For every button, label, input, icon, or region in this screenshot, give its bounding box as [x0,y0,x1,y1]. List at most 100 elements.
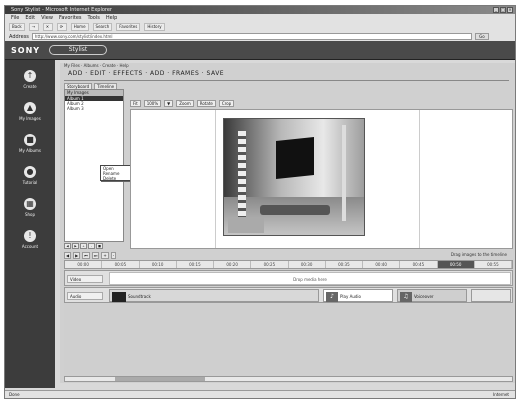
step-tabs[interactable]: ADD · EDIT · EFFECTS · ADD · FRAMES · SA… [68,70,224,77]
menu-view[interactable]: View [41,14,53,22]
back-button[interactable]: Back [9,23,25,31]
sidebar-item-label: Create [23,84,37,89]
refresh-button[interactable]: ⟳ [56,23,67,31]
preview-image[interactable] [223,118,365,236]
prev-button[interactable]: ◀ [64,243,71,249]
stop-button[interactable]: ■ [96,243,103,249]
sony-logo: SONY [11,46,41,55]
track-end [471,289,511,302]
video-drop-zone[interactable]: Drop media here [109,272,511,285]
ruler-slot[interactable]: 00:30 [289,261,326,268]
sidebar-item-account[interactable]: ! Account [7,230,53,260]
ruler-slot[interactable]: 00:15 [177,261,214,268]
zoom-out-button[interactable]: - [110,252,117,259]
forward-button[interactable]: → [28,23,39,31]
breadcrumb[interactable]: My Files · Albums · Create · Help [64,63,129,68]
maximize-button[interactable]: □ [500,7,506,13]
menu-file[interactable]: File [11,14,19,22]
photo-shelf [238,131,246,219]
stop-button[interactable]: ✕ [42,23,53,31]
address-input[interactable]: http://www.sony.com/stylist/index.html [31,33,472,40]
track-label: Video [67,275,103,283]
audio-track: Audio Soundtrack ♪ Play Audio ♫ Voiceover [64,287,513,303]
menu-favorites[interactable]: Favorites [59,14,82,22]
ruler-slot[interactable]: 00:55 [475,261,512,268]
ruler-slot-selected[interactable]: 00:50 [437,261,475,268]
alert-icon: ! [24,230,36,242]
ruler-slot[interactable]: 00:40 [363,261,401,268]
window-title: Sony Stylist - Microsoft Internet Explor… [11,7,112,13]
history-button[interactable]: History [144,23,165,31]
divider [64,80,509,81]
timeline-workspace [64,304,513,376]
sidebar-item-label: Account [21,244,39,249]
view-toolbar: Fit 100% ▼ Zoom Rotate Crop [130,99,513,108]
photo-table [260,205,330,215]
grid-icon: ▦ [24,198,36,210]
play-audio-button[interactable]: ♪ Play Audio [323,289,393,302]
address-bar: Address http://www.sony.com/stylist/inde… [5,32,515,41]
globe-icon: ● [24,166,36,178]
zoom-select[interactable]: 100% [143,100,162,107]
photo-tv [276,137,314,179]
horizontal-scrollbar[interactable] [64,376,513,382]
first-button[interactable]: ⏮ [82,252,90,259]
ruler-slot[interactable]: 00:35 [326,261,363,268]
play-button[interactable]: ▶ [73,252,81,259]
video-track: Video Drop media here [64,270,513,286]
arrow-up-icon: ↑ [24,70,36,82]
sidebar-item-shop[interactable]: ▦ Shop [7,198,53,228]
crop-button[interactable]: Crop [218,100,235,107]
audio-clip[interactable]: Soundtrack [109,289,319,302]
address-label: Address [9,33,29,40]
remove-button[interactable]: - [88,243,95,249]
fit-button[interactable]: Fit [130,100,141,107]
ruler-slot[interactable]: 00:00 [65,261,103,268]
status-bar: Done Internet [5,390,515,398]
ruler-slot[interactable]: 00:25 [251,261,289,268]
ruler-slot[interactable]: 00:05 [102,261,140,268]
app-header: SONY Stylist [5,41,515,60]
sidebar-item-my-albums[interactable]: ■ My Albums [7,134,53,164]
sidebar-item-label: My Albums [19,148,41,153]
ruler-slot[interactable]: 00:20 [214,261,252,268]
browser-toolbar: Back → ✕ ⟳ Home Search Favorites History [5,22,515,32]
sidebar-item-create[interactable]: ↑ Create [7,70,53,100]
menu-help[interactable]: Help [106,14,117,22]
ruler-slot[interactable]: 00:45 [400,261,438,268]
sidebar-item-my-images[interactable]: ▲ My Images [7,102,53,132]
add-button[interactable]: + [80,243,87,249]
home-button[interactable]: Home [70,23,89,31]
chevron-down-icon[interactable]: ▼ [164,100,174,107]
close-button[interactable]: × [507,7,513,13]
zoom-in-button[interactable]: + [101,252,109,259]
status-text: Done [9,392,20,397]
timeline-ruler: 00:00 00:05 00:10 00:15 00:20 00:25 00:3… [64,260,513,269]
photo-sofa [228,217,264,233]
menu-edit[interactable]: Edit [25,14,35,22]
track-label: Audio [67,292,103,300]
microphone-icon: ♫ [400,292,412,302]
minimize-button[interactable]: _ [493,7,499,13]
search-button[interactable]: Search [92,23,113,31]
ruler-slot[interactable]: 00:10 [140,261,177,268]
go-button[interactable]: Go [474,33,489,40]
tree-item[interactable]: Album 3 [65,106,123,111]
zoom-button[interactable]: Zoom [176,100,194,107]
last-button[interactable]: ⏭ [91,252,100,259]
favorites-button[interactable]: Favorites [116,23,141,31]
scrollbar-thumb[interactable] [115,377,205,381]
rotate-button[interactable]: Rotate [196,100,216,107]
sidebar-item-label: Shop [24,212,36,217]
window-titlebar: Sony Stylist - Microsoft Internet Explor… [5,6,515,14]
next-button[interactable]: ▶ [72,243,79,249]
tree-nav-controls: ◀ ▶ + - ■ [64,242,124,250]
sidebar-item-tutorial[interactable]: ● Tutorial [7,166,53,196]
app-sidebar: ↑ Create ▲ My Images ■ My Albums ● Tutor… [5,60,55,388]
menu-tools[interactable]: Tools [88,14,100,22]
rewind-button[interactable]: ◀ [64,252,72,259]
browser-window: Sony Stylist - Microsoft Internet Explor… [4,5,516,399]
security-zone: Internet [493,392,509,397]
voiceover-button[interactable]: ♫ Voiceover [397,289,467,302]
clip-label: Play Audio [340,294,361,299]
